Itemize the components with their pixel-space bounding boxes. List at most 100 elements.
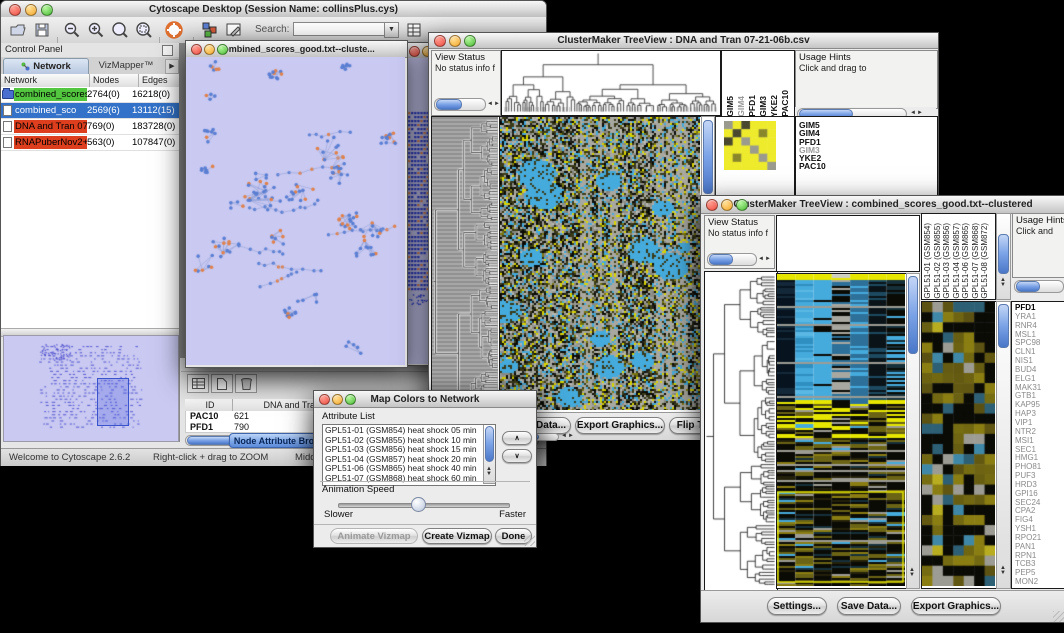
network-window-1-title-bar[interactable]: combined_scores_good.txt--cluste... <box>186 41 407 58</box>
close-icon[interactable] <box>434 35 446 47</box>
minimize-icon[interactable] <box>204 44 215 55</box>
tv2-row-dendrogram-canvas[interactable] <box>705 272 775 588</box>
tab-vizmapper[interactable]: VizMapper™ <box>89 58 163 73</box>
minimize-icon[interactable] <box>721 199 733 211</box>
scroll-arrows-icon[interactable]: ▲▼ <box>1000 566 1006 576</box>
tv1-view-status-scrollbar[interactable] <box>434 98 486 111</box>
data-panel-new-icon[interactable] <box>211 374 233 393</box>
network-list-row[interactable]: combined_scores2764(0)16218(0) <box>1 87 179 103</box>
attribute-list[interactable]: GPL51-01 (GSM854) heat shock 05 minGPL51… <box>322 424 496 486</box>
annotation-icon[interactable] <box>223 19 245 41</box>
tv2-save-data-button[interactable]: Save Data... <box>837 597 901 615</box>
tv2-heatmap-canvas[interactable] <box>777 274 905 586</box>
tv2-settings-button[interactable]: Settings... <box>767 597 827 615</box>
scroll-arrows-icon[interactable]: ▲▼ <box>486 467 492 477</box>
tv2-zoom-heatmap-panel[interactable] <box>921 301 998 589</box>
tv1-column-dendrogram-canvas[interactable] <box>502 51 718 113</box>
tv1-heatmap[interactable] <box>499 116 703 413</box>
birdseye-view[interactable] <box>3 335 179 442</box>
tv2-view-status-panel: View Status No status info f ◄► <box>704 215 775 269</box>
close-icon[interactable] <box>191 44 202 55</box>
vizmapper-icon[interactable] <box>199 19 221 41</box>
tv2-column-label: GPL51-06 (GSM865) <box>961 223 971 299</box>
open-icon[interactable] <box>7 19 29 41</box>
data-column-id[interactable]: ID <box>185 399 233 411</box>
save-icon[interactable] <box>31 19 53 41</box>
column-header-nodes[interactable]: Nodes <box>90 74 139 87</box>
main-title-bar[interactable]: Cytoscape Desktop (Session Name: collins… <box>1 1 546 18</box>
tv1-column-dendrogram[interactable] <box>501 50 721 116</box>
close-icon[interactable] <box>9 4 21 16</box>
scroll-arrows-icon[interactable]: ◄► <box>758 256 772 262</box>
treeview-2-title-bar[interactable]: ClusterMaker TreeView : combined_scores_… <box>701 196 1064 214</box>
zoom-out-icon[interactable] <box>61 19 83 41</box>
zoom-fit-icon[interactable] <box>109 19 131 41</box>
close-icon[interactable] <box>409 46 420 57</box>
move-up-button[interactable]: ∧ <box>502 431 532 445</box>
tv1-heatmap-canvas[interactable] <box>500 117 700 410</box>
zoom-window-icon[interactable] <box>217 44 228 55</box>
tv2-column-dendrogram[interactable] <box>776 215 920 272</box>
help-icon[interactable] <box>163 19 185 41</box>
birdseye-selection-box[interactable] <box>97 378 129 426</box>
search-dropdown-icon[interactable]: ▼ <box>384 22 399 38</box>
scroll-arrows-icon[interactable]: ◄► <box>487 101 501 107</box>
zoom-selected-icon[interactable] <box>133 19 155 41</box>
treeview-1-title-bar[interactable]: ClusterMaker TreeView : DNA and Tran 07-… <box>429 33 938 49</box>
tv1-row-dendrogram[interactable] <box>431 116 501 413</box>
minimize-icon[interactable] <box>332 394 343 405</box>
tv2-heatmap[interactable] <box>776 273 908 589</box>
slider-thumb[interactable] <box>411 497 426 512</box>
trash-icon[interactable] <box>235 374 257 393</box>
network-list-row[interactable]: combined_sco2569(6)13112(15) <box>1 103 179 119</box>
float-panel-icon[interactable] <box>162 45 173 56</box>
search-input[interactable] <box>293 22 385 36</box>
zoom-window-icon[interactable] <box>41 4 53 16</box>
network-view-1-canvas[interactable] <box>186 57 405 365</box>
animation-speed-slider[interactable] <box>338 497 508 511</box>
attribute-list-scrollbar[interactable]: ▲▼ <box>483 425 495 484</box>
resize-grip[interactable] <box>524 535 535 546</box>
tv1-export-graphics-button[interactable]: Export Graphics... <box>575 417 665 434</box>
data-panel-table-icon[interactable] <box>187 374 209 393</box>
zoom-window-icon[interactable] <box>736 199 748 211</box>
close-icon[interactable] <box>319 394 330 405</box>
move-down-button[interactable]: ∨ <box>502 449 532 463</box>
tv2-usage-hints-scrollbar[interactable] <box>1014 280 1064 293</box>
tv2-zoom-heatmap-canvas[interactable] <box>922 302 995 586</box>
resize-grip[interactable] <box>1053 611 1064 622</box>
minimize-icon[interactable] <box>449 35 461 47</box>
zoom-window-icon[interactable] <box>464 35 476 47</box>
tv2-column-label: GPL51-02 (GSM855) <box>933 223 943 299</box>
tv2-usage-hints-text: Click and <box>1013 226 1064 236</box>
create-vizmap-button[interactable]: Create Vizmap <box>422 528 492 544</box>
network-list-row[interactable]: DNA and Tran 07769(0)183728(0) <box>1 119 179 135</box>
network-list-row[interactable]: RNAPuberNov2+563(0)107847(0) <box>1 135 179 151</box>
tv1-zoom-heatmap-canvas[interactable] <box>724 121 776 170</box>
tv1-view-status-text: No status info f <box>432 63 500 73</box>
column-header-edges[interactable]: Edges <box>139 74 179 87</box>
tv2-view-status-scrollbar[interactable] <box>707 253 757 266</box>
scroll-arrows-icon[interactable]: ◄► <box>561 433 575 439</box>
tv2-row-dendrogram[interactable] <box>704 271 778 591</box>
tv1-column-label: YKE2 <box>769 95 779 117</box>
zoom-window-icon[interactable] <box>345 394 356 405</box>
birdseye-canvas[interactable] <box>4 336 176 439</box>
tab-network[interactable]: Network <box>3 58 89 75</box>
column-header-network[interactable]: Network <box>1 74 90 87</box>
index-icon[interactable] <box>403 19 425 41</box>
close-icon[interactable] <box>706 199 718 211</box>
dialog-title-bar[interactable]: Map Colors to Network <box>314 391 536 408</box>
minimize-icon[interactable] <box>25 4 37 16</box>
tab-overflow-button[interactable]: ▶ <box>165 59 179 74</box>
tv2-heatmap-vscrollbar[interactable]: ▲▼ <box>906 273 920 589</box>
tv2-export-graphics-button[interactable]: Export Graphics... <box>911 597 1001 615</box>
tv2-column-labels-scrollbar[interactable]: ▲▼ <box>996 213 1011 300</box>
attribute-list-item[interactable]: GPL51-07 (GSM868) heat shock 60 min <box>323 474 495 484</box>
zoom-in-icon[interactable] <box>85 19 107 41</box>
scroll-arrows-icon[interactable]: ▲▼ <box>909 568 915 578</box>
animate-vizmap-button[interactable]: Animate Vizmap <box>330 528 418 544</box>
tv1-row-dendrogram-canvas[interactable] <box>432 117 498 410</box>
tv2-zoom-vscrollbar[interactable]: ▲▼ <box>996 301 1011 589</box>
scroll-arrows-icon[interactable]: ▲▼ <box>1000 278 1006 288</box>
